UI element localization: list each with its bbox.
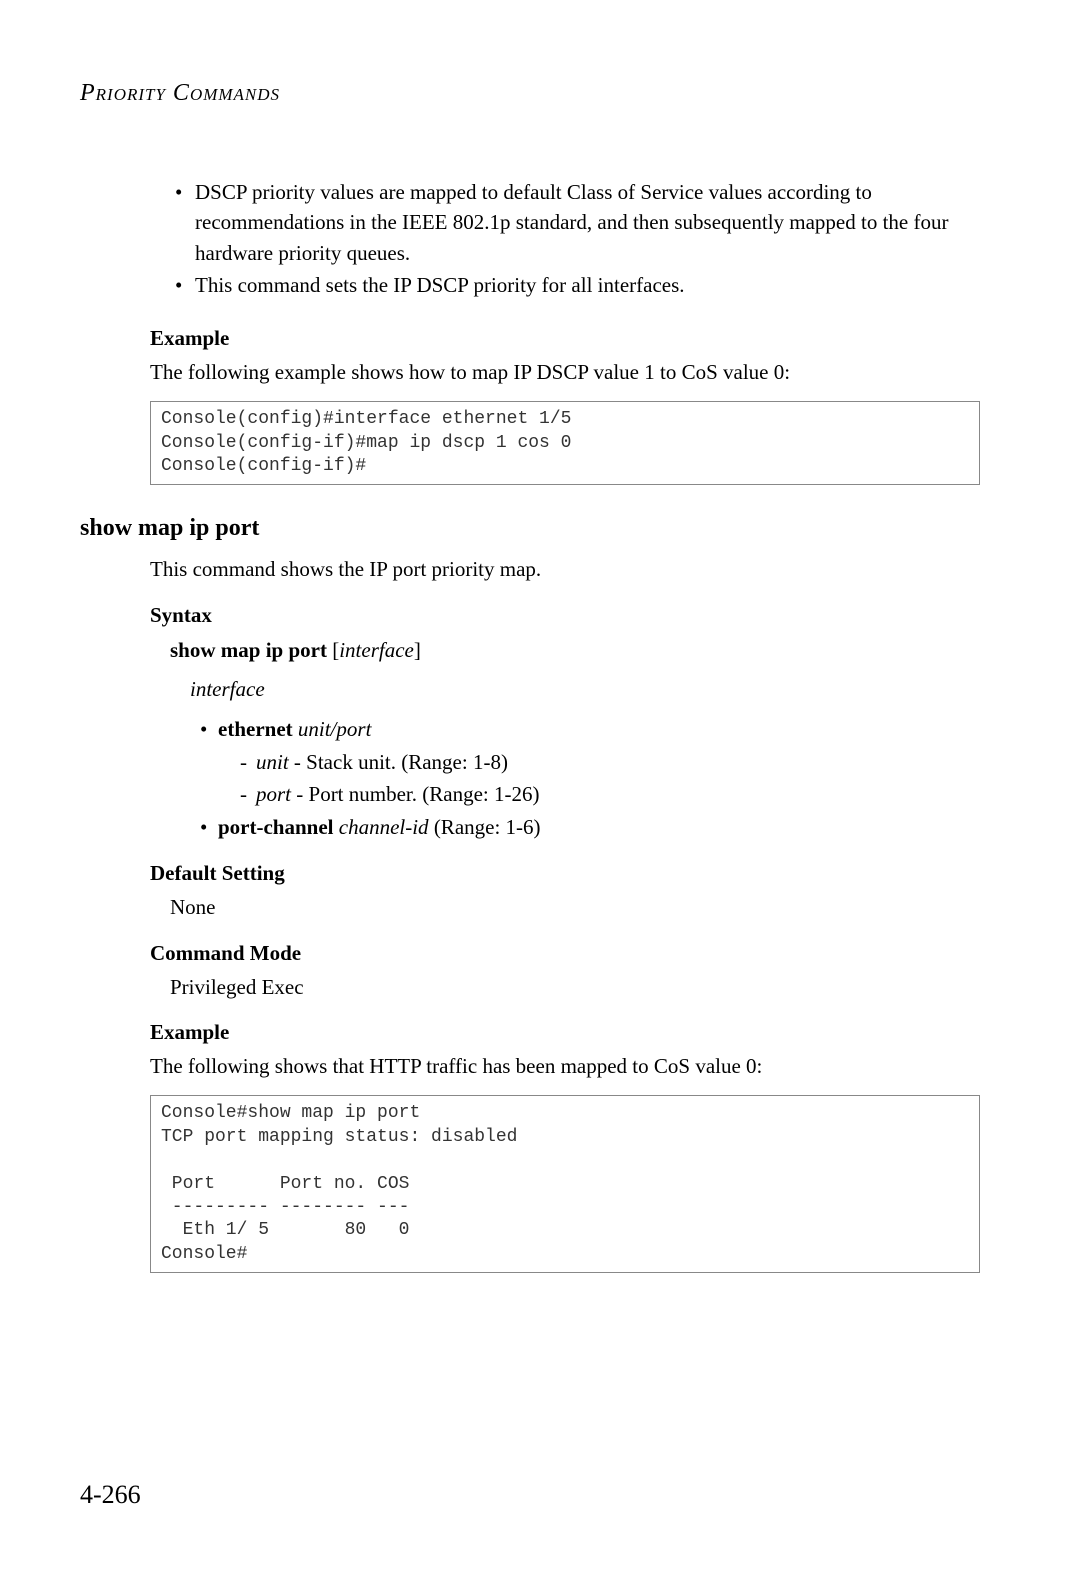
example-text: The following example shows how to map I… <box>150 357 980 387</box>
page-number: 4-266 <box>80 1480 141 1510</box>
command-mode-heading: Command Mode <box>150 941 980 966</box>
interface-label: interface <box>190 673 980 707</box>
command-title: show map ip port <box>80 515 1000 542</box>
default-setting-heading: Default Setting <box>150 861 980 886</box>
ethernet-params-list: unit - Stack unit. (Range: 1-8) port - P… <box>240 746 980 811</box>
intro-bullet-list: DSCP priority values are mapped to defau… <box>175 177 980 301</box>
syntax-heading: Syntax <box>150 603 980 628</box>
command-content: This command shows the IP port priority … <box>150 554 980 1273</box>
interface-options-list: ethernet unit/port unit - Stack unit. (R… <box>200 713 980 843</box>
command-description: This command shows the IP port priority … <box>150 554 980 584</box>
ethernet-args: unit/port <box>298 717 372 741</box>
code-block: Console(config)#interface ethernet 1/5 C… <box>150 401 980 485</box>
port-desc: - Port number. (Range: 1-26) <box>291 782 539 806</box>
list-item: port - Port number. (Range: 1-26) <box>240 778 980 811</box>
code-block: Console#show map ip port TCP port mappin… <box>150 1095 980 1273</box>
example-heading: Example <box>150 326 980 351</box>
example2-heading: Example <box>150 1020 980 1045</box>
example2-text: The following shows that HTTP traffic ha… <box>150 1051 980 1081</box>
portchannel-keyword: port-channel <box>218 815 334 839</box>
list-item: port-channel channel-id (Range: 1-6) <box>200 811 980 844</box>
list-item: ethernet unit/port unit - Stack unit. (R… <box>200 713 980 811</box>
syntax-command-line: show map ip port [interface] <box>170 634 980 668</box>
syntax-command-bold: show map ip port <box>170 638 327 662</box>
syntax-bracket-close: ] <box>414 638 421 662</box>
default-setting-value: None <box>170 892 980 922</box>
command-mode-value: Privileged Exec <box>170 972 980 1002</box>
syntax-arg: interface <box>339 638 414 662</box>
syntax-block: show map ip port [interface] interface e… <box>170 634 980 843</box>
unit-label: unit <box>256 750 289 774</box>
unit-desc: - Stack unit. (Range: 1-8) <box>289 750 508 774</box>
main-content: DSCP priority values are mapped to defau… <box>150 177 980 485</box>
list-item: DSCP priority values are mapped to defau… <box>175 177 980 268</box>
portchannel-arg: channel-id <box>339 815 429 839</box>
list-item: unit - Stack unit. (Range: 1-8) <box>240 746 980 779</box>
page-header: Priority Commands <box>80 80 1000 107</box>
portchannel-range: (Range: 1-6) <box>429 815 541 839</box>
ethernet-keyword: ethernet <box>218 717 293 741</box>
port-label: port <box>256 782 291 806</box>
list-item: This command sets the IP DSCP priority f… <box>175 270 980 300</box>
